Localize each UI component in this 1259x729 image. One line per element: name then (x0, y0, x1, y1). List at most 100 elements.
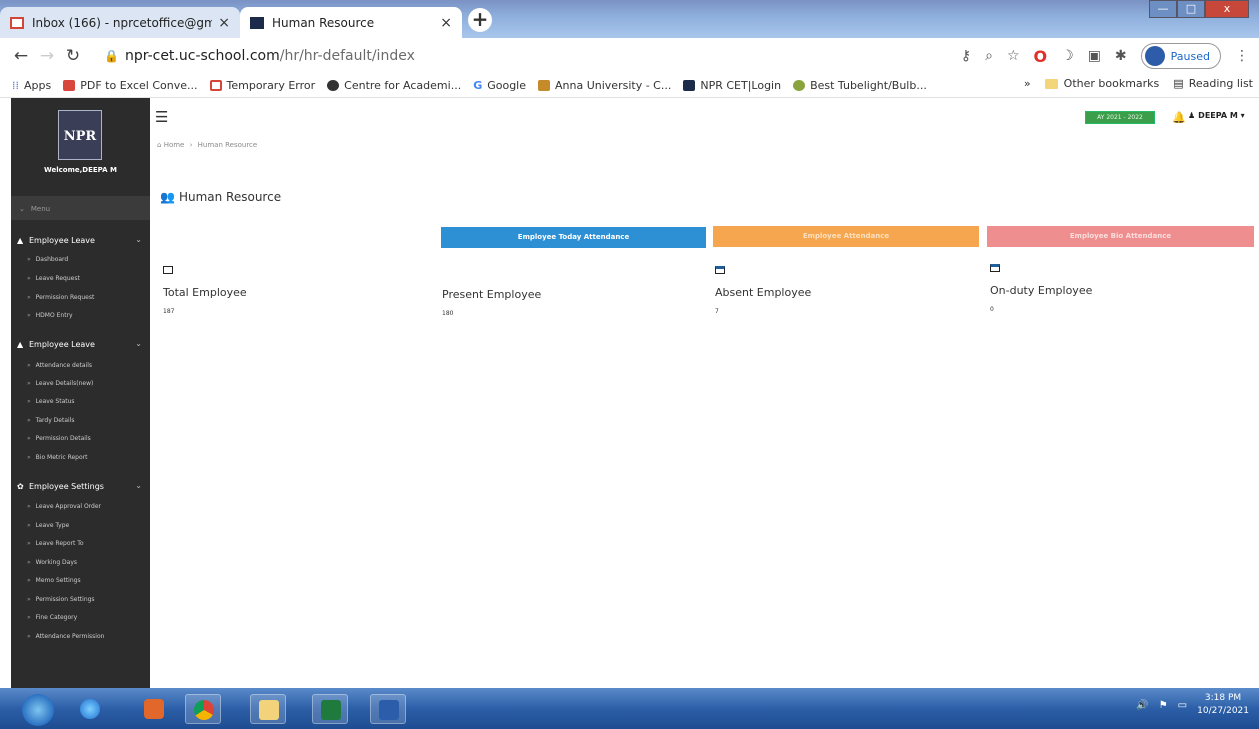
moon-extension-icon[interactable]: ☽ (1061, 48, 1074, 64)
sidebar-item-attendance-permission[interactable]: » Attendance Permission (27, 633, 104, 640)
bookmark-label: NPR CET|Login (700, 79, 782, 92)
star-icon[interactable]: ☆ (1007, 48, 1020, 64)
bookmark-apps[interactable]: ⁞⁞ Apps (12, 79, 51, 92)
stat-value: 180 (442, 310, 454, 317)
maximize-button[interactable]: □ (1177, 0, 1205, 18)
profile-button[interactable]: Paused (1140, 43, 1221, 69)
sidebar-item-attendance-details[interactable]: » Attendance details (27, 362, 92, 369)
forward-icon[interactable]: → (34, 46, 60, 66)
puzzle-icon[interactable]: ✱ (1115, 48, 1127, 64)
network-icon[interactable]: ▭ (1178, 700, 1187, 711)
volume-icon[interactable]: 🔊 (1136, 700, 1148, 711)
sidebar-group-employee-leave-2[interactable]: ▲ Employee Leave ⌄ (11, 334, 150, 354)
user-name: DEEPA M (1198, 111, 1238, 120)
page-title-text: Human Resource (178, 190, 282, 204)
close-icon[interactable]: × (218, 15, 230, 31)
bookmark-pdf-to-excel[interactable]: PDF to Excel Conve... (63, 79, 198, 92)
bookmark-npr-login[interactable]: NPR CET|Login (683, 79, 781, 92)
bullet-icon: » (27, 522, 31, 529)
logo: NPR (58, 110, 102, 160)
breadcrumb-home[interactable]: Home (164, 141, 185, 149)
reading-list[interactable]: ▤ Reading list (1173, 77, 1253, 90)
sidebar-item-memo-settings[interactable]: » Memo Settings (27, 577, 81, 584)
npr-favicon-icon (250, 16, 264, 29)
notification-icon[interactable]: 🔔 (1172, 111, 1186, 124)
sidebar-item-leave-status[interactable]: » Leave Status (27, 398, 75, 405)
back-icon[interactable]: ← (8, 46, 34, 66)
sidebar-item-leave-details-new[interactable]: » Leave Details(new) (27, 380, 93, 387)
bullet-icon: » (27, 380, 31, 387)
sidebar-item-dashboard[interactable]: » Dashboard (27, 256, 68, 263)
url-field[interactable]: npr-cet.uc-school.com/hr/hr-default/inde… (125, 48, 415, 64)
taskbar-internet-explorer[interactable] (72, 694, 108, 724)
sidebar-item-tardy-details[interactable]: » Tardy Details (27, 417, 74, 424)
key-icon[interactable]: ⚷ (961, 48, 971, 64)
hamburger-menu-icon[interactable]: ☰ (155, 108, 168, 126)
menu-header[interactable]: ⌄ Menu (11, 196, 150, 220)
close-window-button[interactable]: x (1205, 0, 1249, 18)
stat-label: Total Employee (163, 286, 247, 299)
clock[interactable]: 3:18 PM 10/27/2021 (1197, 692, 1249, 718)
sidebar-item-label: Leave Details(new) (35, 380, 94, 387)
sidebar-item-leave-report-to[interactable]: » Leave Report To (27, 540, 84, 547)
reading-list-icon: ▤ (1173, 77, 1184, 90)
taskbar-excel[interactable] (312, 694, 348, 724)
window-controls: — □ x (1149, 0, 1249, 18)
sidebar-item-hdmo-entry[interactable]: » HDMO Entry (27, 312, 73, 319)
opera-extension-icon[interactable]: O (1034, 47, 1048, 66)
sidebar-group-employee-settings[interactable]: ✿ Employee Settings ⌄ (11, 476, 150, 496)
bookmark-anna-university[interactable]: Anna University - C... (538, 79, 671, 92)
sidebar-item-bio-metric-report[interactable]: » Bio Metric Report (27, 454, 87, 461)
sidebar-group-label: Employee Leave (29, 340, 95, 349)
stat-value: 7 (715, 308, 719, 315)
sidebar: NPR Welcome,DEEPA M ⌄ Menu ▲ Employee Leav… (11, 98, 150, 688)
university-icon (538, 80, 551, 91)
employee-today-attendance-button[interactable]: Employee Today Attendance (441, 227, 706, 248)
bookmark-temporary-error[interactable]: Temporary Error (209, 79, 315, 92)
employee-bio-attendance-button[interactable]: Employee Bio Attendance (987, 226, 1254, 247)
bookmarks-overflow-button[interactable]: » (1024, 77, 1031, 90)
taskbar-chrome[interactable] (185, 694, 221, 724)
minimize-button[interactable]: — (1149, 0, 1177, 18)
sidebar-item-leave-approval-order[interactable]: » Leave Approval Order (27, 503, 101, 510)
bookmark-best-tubelight[interactable]: Best Tubelight/Bulb... (793, 79, 927, 92)
globe-icon (327, 80, 340, 91)
start-button[interactable] (22, 694, 54, 726)
excel-icon (321, 700, 341, 720)
user-menu[interactable]: ♟ DEEPA M ▾ (1188, 111, 1245, 120)
tab-human-resource[interactable]: Human Resource × (240, 7, 462, 38)
employee-attendance-button[interactable]: Employee Attendance (713, 226, 979, 247)
chevron-down-icon: ⌄ (135, 235, 142, 244)
sidebar-item-permission-details[interactable]: » Permission Details (27, 435, 91, 442)
flag-icon[interactable]: ⚑ (1159, 700, 1168, 711)
bookmark-google[interactable]: G Google (473, 79, 526, 92)
stat-value: 187 (163, 308, 175, 315)
zoom-icon[interactable]: ⌕ (985, 48, 993, 64)
address-bar-actions: ⚷ ⌕ ☆ O ☽ ▣ ✱ Paused ⋮ (961, 43, 1249, 69)
reload-icon[interactable]: ↻ (60, 46, 86, 66)
taskbar-media-player[interactable] (136, 694, 172, 724)
sidebar-item-leave-request[interactable]: » Leave Request (27, 275, 80, 282)
bullet-icon: » (27, 275, 31, 282)
stat-label: On-duty Employee (990, 284, 1093, 297)
close-icon[interactable]: × (440, 15, 452, 31)
sidebar-item-permission-request[interactable]: » Permission Request (27, 294, 94, 301)
bookmark-centre-for-academic[interactable]: Centre for Academi... (327, 79, 461, 92)
lock-icon[interactable]: 🔒 (104, 49, 119, 63)
kebab-menu-icon[interactable]: ⋮ (1235, 48, 1249, 64)
sidebar-item-working-days[interactable]: » Working Days (27, 559, 77, 566)
sidebar-group-employee-leave[interactable]: ▲ Employee Leave ⌄ (11, 230, 150, 250)
tab-inbox[interactable]: Inbox (166) - nprcetoffice@gma × (0, 7, 240, 38)
taskbar-word[interactable] (370, 694, 406, 724)
new-tab-button[interactable]: + (468, 8, 492, 32)
other-bookmarks[interactable]: Other bookmarks (1044, 77, 1160, 90)
taskbar-file-explorer[interactable] (250, 694, 286, 724)
sidebar-item-leave-type[interactable]: » Leave Type (27, 522, 69, 529)
chevron-down-icon: ⌄ (135, 339, 142, 348)
other-bookmarks-label: Other bookmarks (1063, 77, 1160, 90)
sidebar-item-label: Tardy Details (35, 417, 75, 424)
sidebar-item-fine-category[interactable]: » Fine Category (27, 614, 77, 621)
sidebar-item-permission-settings[interactable]: » Permission Settings (27, 596, 95, 603)
extension-icon[interactable]: ▣ (1088, 48, 1101, 64)
academic-year-badge[interactable]: AY 2021 - 2022 (1085, 111, 1155, 124)
